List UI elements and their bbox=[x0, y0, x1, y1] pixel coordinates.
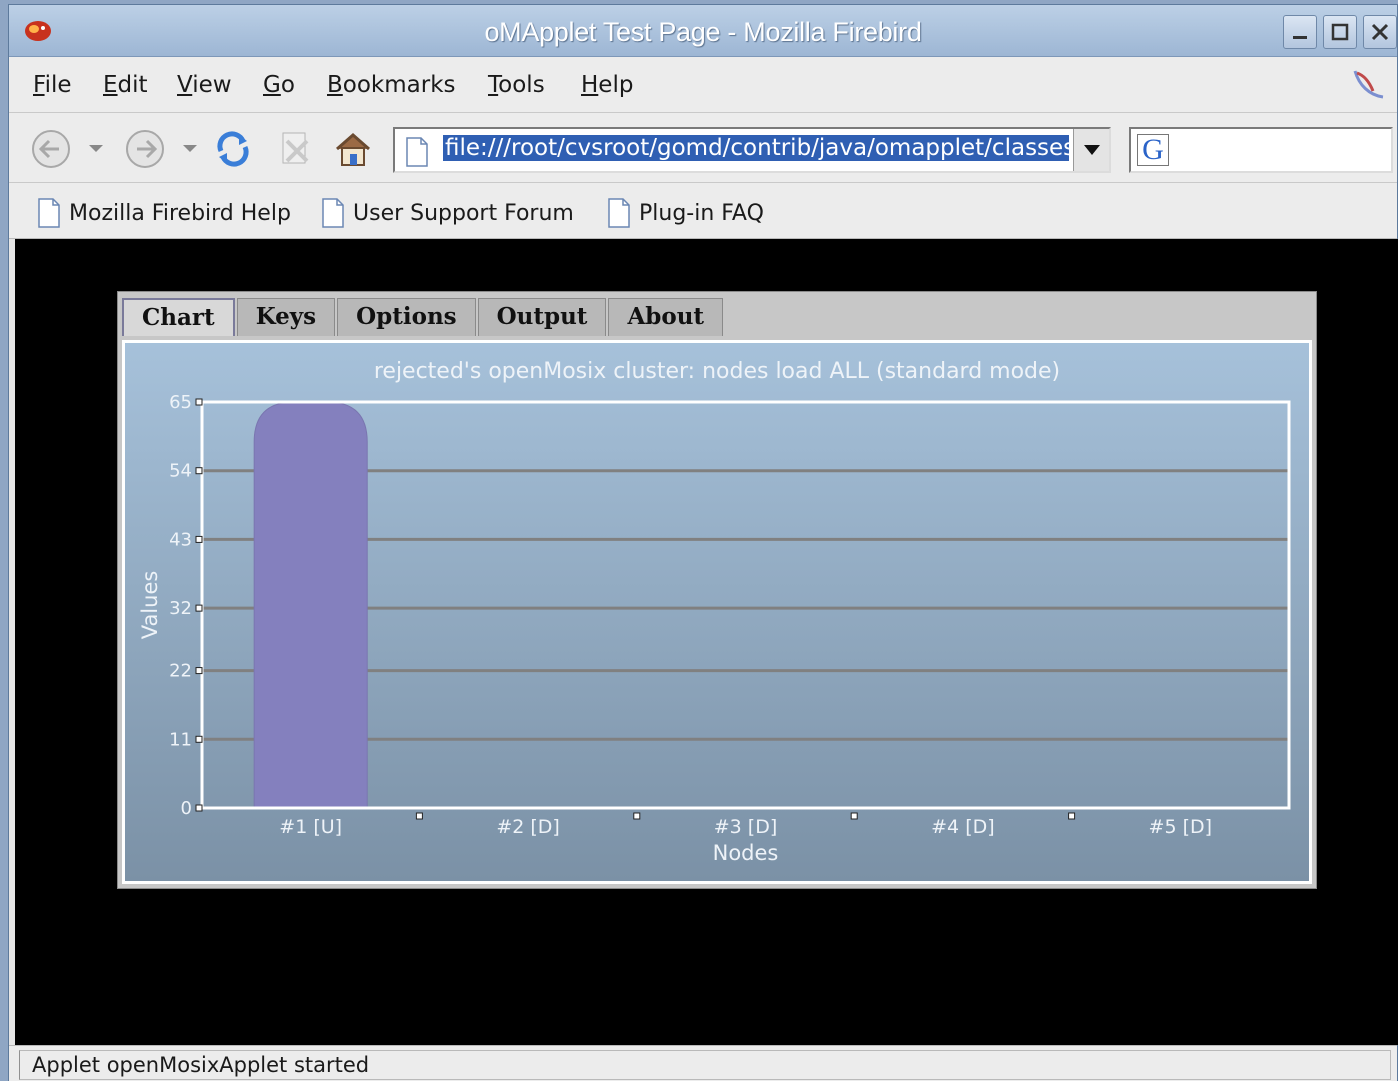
minimize-button[interactable] bbox=[1283, 15, 1317, 49]
y-tick-mark bbox=[195, 667, 203, 675]
maximize-button[interactable] bbox=[1323, 15, 1357, 49]
y-axis-label: Values bbox=[138, 571, 162, 640]
x-tick-label: #5 [D] bbox=[1149, 816, 1213, 838]
y-tick-mark bbox=[195, 735, 203, 743]
menu-bookmarks[interactable]: Bookmarks bbox=[327, 72, 456, 98]
navigation-toolbar: file:///root/cvsroot/gomd/contrib/java/o… bbox=[9, 113, 1397, 183]
search-input[interactable] bbox=[1177, 135, 1383, 165]
forward-history-dropdown-icon[interactable] bbox=[183, 145, 197, 152]
forward-button[interactable] bbox=[123, 127, 167, 171]
x-tick-mark bbox=[850, 812, 858, 820]
status-bar: Applet openMosixApplet started bbox=[9, 1045, 1397, 1081]
menu-file[interactable]: File bbox=[33, 72, 72, 98]
page-icon bbox=[608, 198, 630, 228]
x-axis-label: Nodes bbox=[713, 841, 779, 865]
y-tick-mark bbox=[195, 398, 203, 406]
menu-view[interactable]: View bbox=[177, 72, 232, 98]
chart-panel: rejected's openMosix cluster: nodes load… bbox=[122, 340, 1312, 884]
tab-keys[interactable]: Keys bbox=[236, 298, 336, 336]
tab-output[interactable]: Output bbox=[477, 298, 607, 336]
reload-button[interactable] bbox=[211, 127, 255, 171]
page-icon bbox=[38, 198, 60, 228]
y-tick-label: 11 bbox=[169, 729, 192, 750]
close-button[interactable] bbox=[1363, 15, 1397, 49]
omapplet: Chart Keys Options Output About rejected… bbox=[117, 291, 1317, 889]
page-content: Chart Keys Options Output About rejected… bbox=[15, 239, 1398, 1045]
menu-bar: File Edit View Go Bookmarks Tools Help bbox=[9, 57, 1397, 113]
x-tick-mark bbox=[1068, 812, 1076, 820]
forward-arrow-icon bbox=[126, 130, 164, 168]
page-icon bbox=[406, 137, 428, 167]
y-tick-label: 32 bbox=[169, 598, 192, 619]
tab-chart[interactable]: Chart bbox=[122, 298, 235, 336]
bookmark-user-support-forum[interactable]: User Support Forum bbox=[321, 197, 574, 229]
y-tick-label: 65 bbox=[169, 392, 192, 413]
x-tick-label: #2 [D] bbox=[496, 816, 560, 838]
close-icon bbox=[1371, 23, 1389, 41]
stop-icon bbox=[282, 132, 309, 164]
y-tick-mark bbox=[195, 804, 203, 812]
back-arrow-icon bbox=[32, 130, 70, 168]
applet-tabs: Chart Keys Options Output About bbox=[122, 298, 725, 338]
title-bar[interactable]: oMApplet Test Page - Mozilla Firebird bbox=[9, 5, 1397, 57]
back-history-dropdown-icon[interactable] bbox=[89, 145, 103, 152]
x-tick-label: #4 [D] bbox=[931, 816, 995, 838]
back-button[interactable] bbox=[29, 127, 73, 171]
menu-go[interactable]: Go bbox=[263, 72, 295, 98]
maximize-icon bbox=[1331, 23, 1349, 41]
url-input[interactable]: file:///root/cvsroot/gomd/contrib/java/o… bbox=[443, 135, 1069, 165]
url-bar[interactable]: file:///root/cvsroot/gomd/contrib/java/o… bbox=[393, 127, 1111, 173]
y-tick-label: 0 bbox=[181, 798, 192, 819]
x-tick-label: #3 [D] bbox=[714, 816, 778, 838]
throbber-icon[interactable] bbox=[1349, 65, 1387, 103]
y-tick-mark bbox=[195, 535, 203, 543]
x-tick-mark bbox=[415, 812, 423, 820]
x-tick-label: #1 [U] bbox=[279, 816, 342, 838]
y-tick-label: 22 bbox=[169, 661, 192, 682]
bookmark-plugin-faq[interactable]: Plug-in FAQ bbox=[607, 197, 764, 229]
menu-tools[interactable]: Tools bbox=[488, 72, 545, 98]
browser-window: oMApplet Test Page - Mozilla Firebird Fi… bbox=[8, 4, 1398, 1081]
x-tick-mark bbox=[633, 812, 641, 820]
home-icon bbox=[336, 133, 370, 166]
menu-help[interactable]: Help bbox=[581, 72, 633, 98]
status-text: Applet openMosixApplet started bbox=[19, 1050, 1391, 1080]
home-button[interactable] bbox=[331, 127, 375, 171]
bar-chart: 0 11 22 32 43 54 65 #1 [U] #2 [D] #3 [D] #4 [D] #5 … bbox=[138, 392, 1291, 865]
tab-about[interactable]: About bbox=[608, 298, 724, 336]
menu-edit[interactable]: Edit bbox=[103, 72, 148, 98]
search-box[interactable]: G bbox=[1129, 127, 1393, 173]
bookmarks-toolbar: Mozilla Firebird Help User Support Forum… bbox=[9, 183, 1397, 239]
url-history-dropdown[interactable] bbox=[1073, 129, 1109, 171]
minimize-icon bbox=[1293, 36, 1307, 39]
stop-button[interactable] bbox=[273, 127, 317, 171]
chevron-down-icon bbox=[1083, 145, 1100, 155]
y-tick-label: 54 bbox=[169, 461, 192, 482]
bookmark-firebird-help[interactable]: Mozilla Firebird Help bbox=[37, 197, 291, 229]
y-tick-mark bbox=[195, 604, 203, 612]
reload-icon bbox=[217, 131, 249, 167]
google-search-icon[interactable]: G bbox=[1137, 134, 1169, 166]
tab-options[interactable]: Options bbox=[337, 298, 476, 336]
window-title: oMApplet Test Page - Mozilla Firebird bbox=[484, 17, 922, 47]
y-tick-mark bbox=[195, 467, 203, 475]
y-tick-label: 43 bbox=[169, 529, 192, 550]
page-icon bbox=[322, 198, 344, 228]
bar bbox=[253, 401, 368, 809]
